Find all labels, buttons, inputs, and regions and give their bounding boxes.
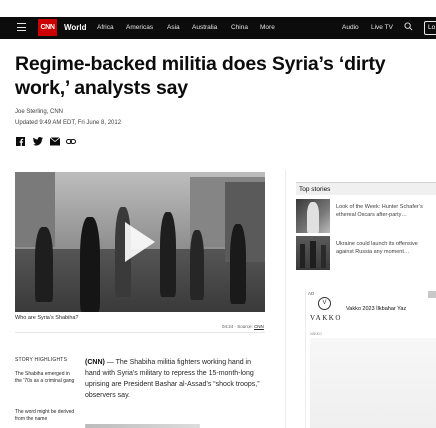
video-meta: 04:24 · Source: CNN [222, 324, 264, 329]
top-stories-title: Top stories [299, 186, 331, 193]
ad-brand-logo: VAKKO [310, 314, 342, 322]
next-paragraph-fragment [85, 424, 200, 428]
nav-link-audio[interactable]: Audio [342, 24, 359, 31]
facebook-icon[interactable] [16, 137, 25, 146]
twitter-icon[interactable] [33, 137, 43, 146]
highlight-item: The Shabiha emerged in the '70s as a cri… [15, 371, 75, 384]
ad-logo-mark: V [318, 297, 331, 310]
nav-link-more[interactable]: More [260, 24, 275, 31]
top-stories-header: Top stories [296, 182, 436, 195]
play-icon[interactable] [125, 222, 155, 262]
story-thumbnail[interactable] [296, 236, 330, 270]
rail-divider [285, 170, 286, 428]
article-headline: Regime-backed militia does Syria’s ‘dirt… [15, 53, 386, 99]
search-icon[interactable] [404, 22, 413, 31]
cnn-logo[interactable]: CNN [38, 19, 57, 36]
ad-label: AD [308, 291, 315, 296]
nav-link-africa[interactable]: Africa [97, 24, 114, 31]
video-source-label: Source: [237, 324, 253, 329]
story-thumbnail[interactable] [296, 199, 330, 233]
body-text: — The Shabiha militia fighters working h… [85, 359, 260, 399]
ad-sub-brand: VAKKO [310, 332, 322, 336]
nav-section-world[interactable]: World [64, 23, 87, 32]
dateline: (CNN) [85, 359, 105, 366]
email-icon[interactable] [50, 137, 60, 146]
story-highlights-title: STORY HIGHLIGHTS [15, 357, 68, 363]
video-duration: 04:24 [222, 324, 234, 329]
login-button[interactable]: Lo [424, 21, 436, 35]
video-player[interactable] [15, 172, 265, 312]
nav-link-australia[interactable]: Australia [192, 24, 217, 31]
nav-link-americas[interactable]: Americas [126, 24, 153, 31]
ad-choices-icon[interactable] [428, 291, 436, 298]
byline[interactable]: Joe Sterling, CNN [15, 109, 63, 115]
nav-link-china[interactable]: China [231, 24, 248, 31]
video-source-link[interactable]: CNN [254, 324, 264, 329]
ad-headline[interactable]: Vakko 2023 İlkbahar Yaz [346, 306, 406, 312]
top-story-link[interactable]: Look of the Week: Hunter Schafer’s ether… [336, 203, 428, 219]
menu-icon[interactable] [17, 23, 26, 31]
divider [15, 332, 265, 333]
nav-link-live-tv[interactable]: Live TV [371, 24, 393, 31]
nav-link-asia[interactable]: Asia [167, 24, 180, 31]
updated-timestamp: Updated 9:49 AM EDT, Fri June 8, 2012 [15, 120, 122, 126]
ad-image[interactable] [310, 338, 436, 428]
link-icon[interactable] [66, 137, 76, 146]
top-nav-bar: CNN World Africa Americas Asia Australia… [0, 17, 436, 39]
article-body-paragraph: (CNN) — The Shabiha militia fighters wor… [85, 357, 265, 401]
top-story-link[interactable]: Ukraine could launch its offensive again… [336, 240, 428, 256]
highlight-item: The word might be derived from the name [15, 409, 75, 422]
video-caption: Who are Syria’s Shabiha? [15, 315, 79, 321]
